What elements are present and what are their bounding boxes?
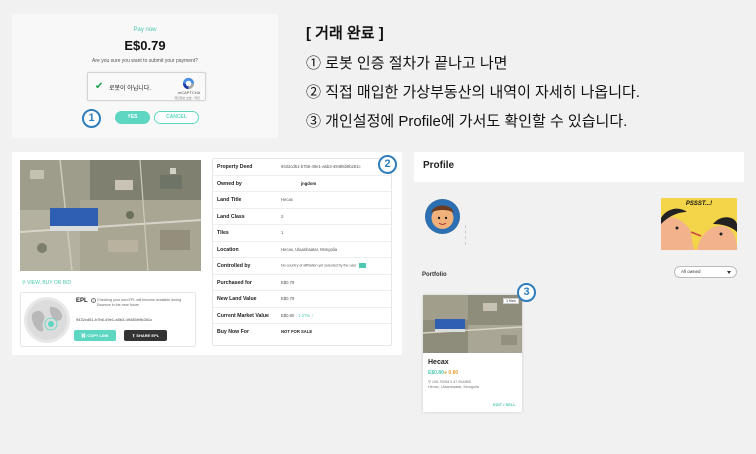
cancel-button[interactable]: CANCEL [154, 111, 199, 124]
table-row: New Land Value E$0.79 [213, 291, 391, 308]
portfolio-label: Portfolio [422, 272, 447, 278]
recaptcha-logo-icon [182, 77, 195, 90]
satellite-map-image [20, 160, 201, 271]
comic-text: PSSST...! [685, 201, 713, 207]
edit-sell-button[interactable]: EDIT / SELL [493, 402, 516, 407]
profile-title: Profile [423, 160, 455, 171]
recaptcha-brand: reCAPTCHA [177, 90, 201, 95]
card-place-text: Hecax, Ulaanbaatar, Mongolia [428, 385, 479, 389]
copy-link-button[interactable]: ⛓ COPY LINK [74, 330, 116, 341]
yes-button[interactable]: YES [115, 111, 150, 124]
table-row: Owned by jngdom [213, 176, 391, 192]
row-label: Land Title [217, 197, 242, 203]
ownership-filter-select[interactable]: All owned [674, 266, 737, 278]
table-row: Location Hecax, Ulaanbaatar, Mongolia [213, 242, 391, 258]
card-location: ⚲ 106.759613 47.954865 Hecax, Ulaanbaata… [428, 380, 518, 390]
instruction-step-1: ① 로봇 인증 절차가 끝나고 나면 [306, 55, 508, 72]
table-row: Land Class 2 [213, 209, 391, 225]
location-pin-icon: ⚲ [22, 280, 26, 286]
row-label: New Land Value [217, 296, 257, 302]
card-price-alt: ● 0.80 [444, 370, 458, 376]
row-value: Hecax, Ulaanbaatar, Mongolia [281, 246, 338, 252]
row-label: Land Class [217, 213, 245, 220]
row-value: E$0.79 [281, 279, 295, 285]
epl-box: EPL i Checking your own EPL will become … [20, 292, 196, 347]
epl-hash: 9432cd51-b7b6-49e1-a5b3-49485b9b281c [76, 317, 153, 322]
info-icon: i [91, 298, 96, 303]
step-badge-3: 3 [517, 283, 536, 302]
row-label: Property Deed [217, 164, 253, 170]
row-value: Hecax [281, 197, 293, 202]
pay-amount: E$0.79 [124, 38, 166, 53]
card-price: E$0.80 [428, 370, 444, 376]
step-badge-1: 1 [82, 109, 101, 128]
card-price-alt-value: 0.80 [448, 370, 459, 376]
row-value: 9432cd51-b7b6-49e1-a5b3-49485b9b281c [281, 164, 361, 169]
row-value: 2 [281, 213, 284, 219]
recaptcha-widget[interactable]: ✔ 로봇이 아닙니다. reCAPTCHA 개인정보 보호 - 약관 [87, 72, 206, 101]
controlled-by-text: No country of affiliation yet selected b… [281, 263, 357, 268]
epl-note: Checking your own EPL will become availa… [97, 298, 182, 307]
row-label: Buy Now For [217, 329, 249, 335]
row-value: NOT FOR SALE [281, 329, 313, 334]
table-row: Tiles 1 [213, 225, 391, 242]
flag-icon [359, 263, 367, 268]
check-icon[interactable]: ✔ [95, 81, 103, 92]
copy-link-label: COPY LINK [87, 333, 109, 338]
instructions-title: [ 거래 완료 ] [306, 25, 384, 42]
owner-link[interactable]: jngdom [301, 181, 316, 186]
row-label: Controlled by [217, 263, 251, 269]
payment-panel: Pay now E$0.79 Are you sure you want to … [12, 14, 278, 138]
property-details-table: Property Deed 9432cd51-b7b6-49e1-a5b3-49… [212, 158, 392, 346]
market-value: E$0.80 [281, 312, 295, 318]
globe-icon [24, 297, 70, 343]
table-row: Current Market Value E$0.80 1.27% ↑ [213, 308, 391, 324]
recaptcha-label: 로봇이 아닙니다. [109, 86, 151, 92]
avatar[interactable] [425, 199, 460, 234]
comic-banner-image: PSSST...! [661, 198, 737, 250]
tiles-badge: 1 tiles [503, 298, 519, 304]
table-row: Land Title Hecax [213, 192, 391, 209]
table-row: Controlled by No country of affiliation … [213, 258, 391, 275]
card-title: Hecax [428, 359, 449, 366]
share-epl-label: SHARE EPL [136, 333, 160, 338]
card-coords-text: 106.759613 47.954865 [431, 380, 471, 384]
view-buy-bid-label: VIEW, BUY OR BID [27, 280, 72, 286]
pay-confirm-question: Are you sure you want to submit your pay… [92, 58, 198, 64]
instruction-step-2: ② 직접 매입한 가상부동산의 내역이 자세히 나옵니다. [306, 84, 640, 101]
row-label: Purchased for [217, 279, 252, 286]
divider [465, 225, 466, 245]
chevron-down-icon [727, 271, 731, 274]
recaptcha-links[interactable]: 개인정보 보호 - 약관 [168, 96, 206, 100]
row-value: 1 [281, 230, 284, 235]
filter-value: All owned [681, 269, 701, 274]
portfolio-card[interactable]: 1 tiles Hecax E$0.80 ● 0.80 ⚲ 106.759613… [423, 295, 522, 412]
table-row: Buy Now For NOT FOR SALE [213, 324, 391, 341]
property-panel: ⚲ VIEW, BUY OR BID EPL i Checking your o… [12, 152, 402, 355]
epl-title: EPL [76, 298, 88, 304]
market-change: 1.27% ↑ [298, 312, 314, 318]
row-label: Current Market Value [217, 312, 269, 319]
row-value: E$0.80 1.27% ↑ [281, 313, 313, 318]
row-value: E$0.79 [281, 296, 295, 301]
table-row: Purchased for E$0.79 [213, 275, 391, 291]
view-buy-bid-link[interactable]: ⚲ VIEW, BUY OR BID [22, 280, 71, 286]
instruction-step-3: ③ 개인설정에 Profile에 가서도 확인할 수 있습니다. [306, 113, 628, 130]
pay-now-label: Pay now [133, 27, 157, 33]
row-value: No country of affiliation yet selected b… [281, 263, 367, 268]
step-badge-2: 2 [378, 155, 397, 174]
share-epl-button[interactable]: ⇪ SHARE EPL [124, 330, 167, 341]
row-label: Owned by [217, 180, 242, 187]
profile-header: Profile [414, 152, 744, 182]
row-label: Tiles [217, 230, 229, 236]
row-label: Location [217, 246, 239, 253]
table-row: Property Deed 9432cd51-b7b6-49e1-a5b3-49… [213, 159, 391, 176]
